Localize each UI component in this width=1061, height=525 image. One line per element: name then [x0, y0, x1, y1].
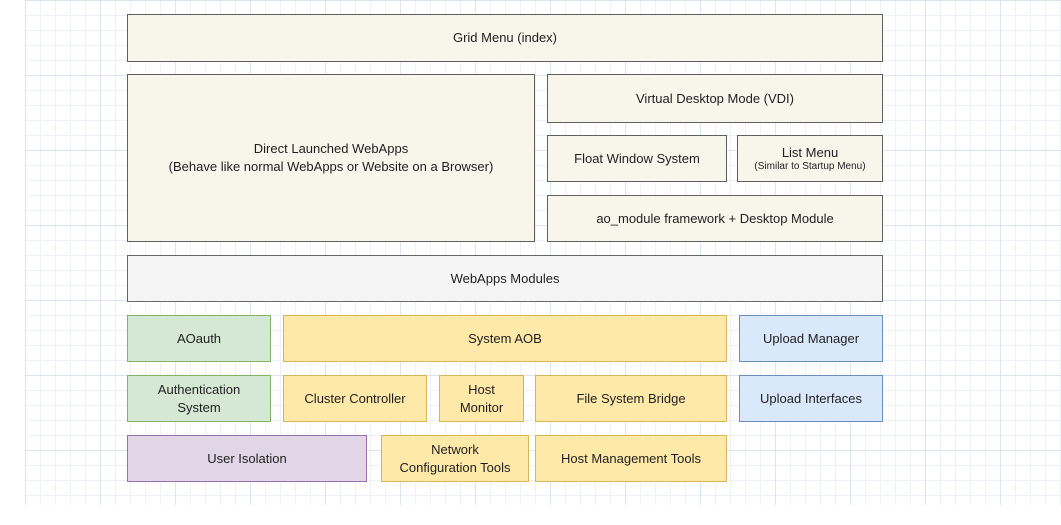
node-network-configuration-tools: Network Configuration Tools	[381, 435, 529, 482]
node-host-management-tools: Host Management Tools	[535, 435, 727, 482]
node-cluster-controller: Cluster Controller	[283, 375, 427, 422]
node-ao-module-framework: ao_module framework + Desktop Module	[547, 195, 883, 242]
node-webapps-modules: WebApps Modules	[127, 255, 883, 302]
node-file-system-bridge: File System Bridge	[535, 375, 727, 422]
node-grid-menu: Grid Menu (index)	[127, 14, 883, 62]
diagram-canvas: Grid Menu (index) Direct Launched WebApp…	[0, 0, 1061, 525]
node-system-aob: System AOB	[283, 315, 727, 362]
node-direct-launched-webapps: Direct Launched WebApps (Behave like nor…	[127, 74, 535, 242]
list-menu-subtitle: (Similar to Startup Menu)	[754, 161, 865, 173]
node-aoauth: AOauth	[127, 315, 271, 362]
node-upload-manager: Upload Manager	[739, 315, 883, 362]
node-list-menu: List Menu (Similar to Startup Menu)	[737, 135, 883, 182]
node-virtual-desktop-mode: Virtual Desktop Mode (VDI)	[547, 74, 883, 123]
node-authentication-system: Authentication System	[127, 375, 271, 422]
node-host-monitor: Host Monitor	[439, 375, 524, 422]
node-upload-interfaces: Upload Interfaces	[739, 375, 883, 422]
list-menu-title: List Menu	[782, 144, 838, 162]
node-float-window-system: Float Window System	[547, 135, 727, 182]
node-user-isolation: User Isolation	[127, 435, 367, 482]
